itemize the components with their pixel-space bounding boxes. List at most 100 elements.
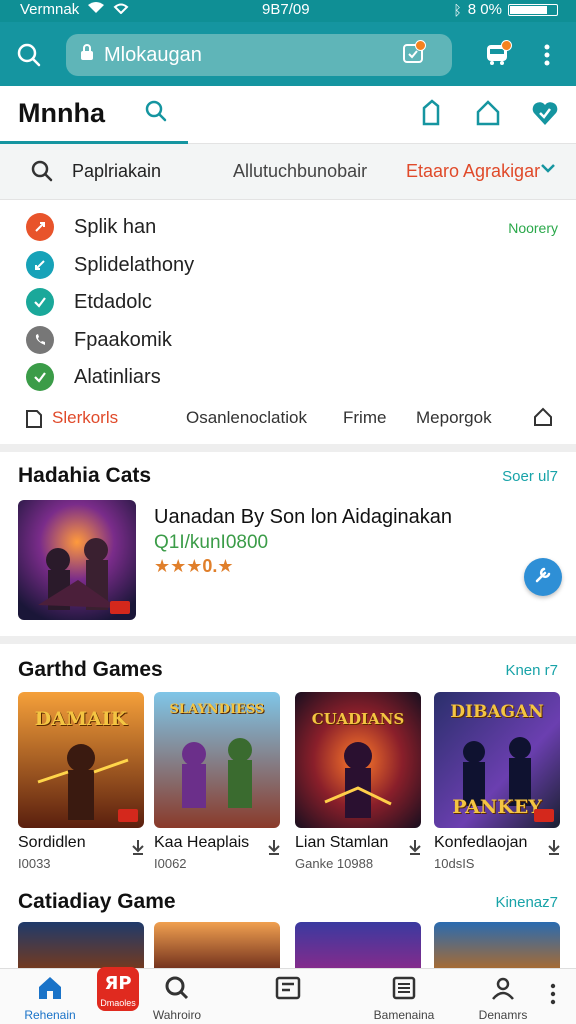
- game-card-title: Sordidlen: [18, 834, 86, 851]
- carrier-label: Vermnak: [20, 1, 80, 18]
- game-card-title: Lian Stamlan: [295, 834, 389, 851]
- category-game-thumbnail[interactable]: [18, 922, 144, 972]
- list-item[interactable]: Etdadolc: [26, 288, 152, 316]
- subtab-row: Slerkorls Osanlenoclatiok Frime Meporgok: [0, 400, 576, 438]
- download-icon[interactable]: [407, 838, 423, 861]
- lock-icon: [80, 43, 94, 67]
- nav-search[interactable]: Wahroiro: [137, 975, 217, 1022]
- game-card[interactable]: DAMAIK Sordidlen I0033: [18, 692, 144, 871]
- download-icon[interactable]: [266, 838, 282, 861]
- nav-search-label: Wahroiro: [152, 1008, 202, 1022]
- home-icon: [36, 975, 64, 1004]
- list-item-label: Fpaakomik: [74, 328, 172, 351]
- nav-profile[interactable]: Denamrs: [463, 975, 543, 1022]
- bookmark-icon[interactable]: [418, 98, 446, 133]
- download-icon[interactable]: [546, 838, 562, 861]
- nav-library[interactable]: Bamenaina: [364, 975, 444, 1022]
- game-tag-badge: [110, 601, 130, 614]
- list-item[interactable]: Splik han: [26, 213, 156, 241]
- featured-see-all-link[interactable]: Soer ul7: [502, 468, 558, 485]
- game-card[interactable]: CUADIANS Lian Stamlan Ganke 10988: [295, 692, 421, 871]
- bus-icon[interactable]: [480, 38, 514, 72]
- filter-item-2[interactable]: Allutuchbunobair: [233, 161, 367, 182]
- category-section-title: Catiadiay Game: [18, 890, 176, 913]
- profile-icon: [490, 975, 516, 1004]
- tab-row: Mnnha: [0, 86, 576, 144]
- game-card-meta: Ganke 10988: [295, 856, 374, 871]
- game-card-art: CUADIANS: [295, 692, 421, 828]
- game-card-title: Konfedlaojan: [434, 834, 528, 851]
- game-card-art-title: SLAYNDIESS: [169, 702, 265, 717]
- game-card-title: Kaa Heaplais: [154, 834, 250, 851]
- category-game-thumbnail[interactable]: [434, 922, 560, 972]
- app-logo-icon: ЯР Dmaoles: [97, 967, 139, 1011]
- nav-app-label: Dmaoles: [100, 998, 136, 1008]
- subtab-2[interactable]: Osanlenoclatiok: [186, 408, 307, 428]
- clipboard-icon[interactable]: [402, 40, 426, 64]
- game-card-art-title: DAMAIK: [34, 708, 128, 730]
- home-icon[interactable]: [474, 98, 502, 133]
- game-card-art: DIBAGAN PANKEY: [434, 692, 560, 828]
- more-vert-icon[interactable]: [530, 38, 564, 72]
- doc-icon[interactable]: [24, 408, 44, 435]
- game-tag-badge: [534, 809, 554, 822]
- list-item[interactable]: Fpaakomik: [26, 326, 172, 354]
- list-action-link[interactable]: Noorery: [508, 220, 558, 236]
- list-item-icon: [26, 213, 54, 241]
- search-icon[interactable]: [12, 38, 46, 72]
- media-icon: [274, 975, 302, 1004]
- nav-media[interactable]: [248, 975, 328, 1004]
- subtab-3[interactable]: Frime: [343, 408, 386, 428]
- category-game-thumbnail[interactable]: [295, 922, 421, 972]
- cart-badge: [501, 40, 512, 51]
- games-section-title: Garthd Games: [18, 658, 163, 681]
- check-icon: [26, 363, 54, 391]
- search-icon[interactable]: [143, 98, 169, 129]
- chevron-down-icon[interactable]: [538, 158, 558, 183]
- list-item-label: Etdadolc: [74, 290, 152, 313]
- category-see-all-link[interactable]: Kinenaz7: [495, 894, 558, 911]
- clock: 9B7/09: [262, 1, 310, 18]
- section-divider: [0, 636, 576, 644]
- games-see-all-link[interactable]: Knen r7: [505, 662, 558, 679]
- game-card-art: DAMAIK: [18, 692, 144, 828]
- subtab-1[interactable]: Slerkorls: [52, 408, 118, 428]
- game-card[interactable]: DIBAGAN PANKEY Konfedlaojan 10dsIS: [434, 692, 560, 871]
- filter-row: Paplriakain Allutuchbunobair Etaaro Agra…: [0, 144, 576, 200]
- search-bar[interactable]: Mlokaugan: [66, 34, 452, 76]
- category-game-thumbnail[interactable]: [154, 922, 280, 972]
- more-vert-icon[interactable]: [550, 983, 556, 1010]
- download-icon[interactable]: [130, 838, 146, 861]
- featured-game-subtitle: Q1I/kunI0800: [154, 532, 269, 553]
- filter-item-1[interactable]: Paplriakain: [72, 161, 161, 182]
- home-icon[interactable]: [532, 406, 554, 433]
- featured-game-title[interactable]: Uanadan By Son lon Aidaginakan: [154, 506, 452, 529]
- list-item-label: Splidelathony: [74, 253, 195, 276]
- filter-item-3[interactable]: Etaaro Agrakigar: [406, 161, 540, 182]
- subtab-4[interactable]: Meporgok: [416, 408, 492, 428]
- game-tag-badge: [118, 809, 138, 822]
- edit-fab[interactable]: [524, 558, 562, 596]
- nav-library-label: Bamenaina: [373, 1008, 435, 1022]
- option-list: Noorery Splik han Splidelathony Etdadolc…: [0, 200, 576, 446]
- nav-profile-label: Denamrs: [478, 1008, 528, 1022]
- phone-icon: [26, 326, 54, 354]
- search-icon[interactable]: [30, 159, 54, 188]
- game-card-meta: I0062: [154, 856, 187, 871]
- notification-badge: [415, 40, 426, 51]
- game-card-meta: 10dsIS: [434, 856, 475, 871]
- section-divider: [0, 444, 576, 452]
- app-bar: Mlokaugan: [0, 22, 576, 86]
- game-card[interactable]: SLAYNDIESS Kaa Heaplais I0062: [154, 692, 280, 871]
- battery-icon: [508, 3, 558, 16]
- game-card-art-title: CUADIANS: [311, 710, 405, 728]
- featured-section-title: Hadahia Cats: [18, 464, 152, 487]
- heart-check-icon[interactable]: [530, 98, 560, 133]
- list-item[interactable]: Splidelathony: [26, 251, 194, 279]
- page-title: Mnnha: [18, 98, 105, 128]
- search-text: Mlokaugan: [104, 43, 202, 66]
- library-icon: [391, 975, 417, 1004]
- featured-game-thumbnail[interactable]: [18, 500, 136, 620]
- list-item[interactable]: Alatinliars: [26, 363, 161, 391]
- battery-percent: 8 0%: [467, 1, 502, 18]
